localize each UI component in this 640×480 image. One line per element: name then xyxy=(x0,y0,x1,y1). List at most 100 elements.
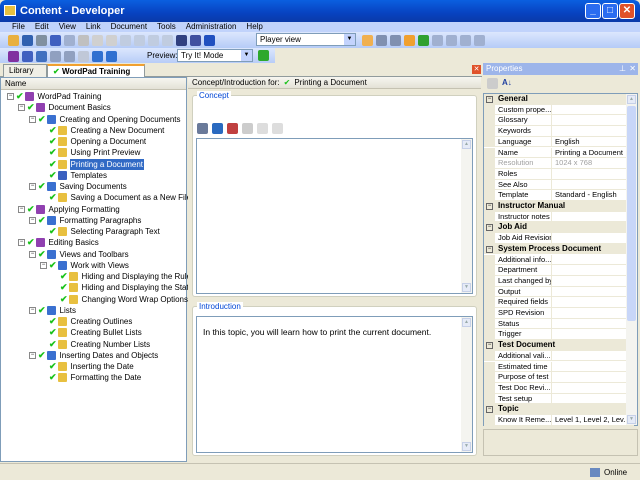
property-row[interactable]: Additional vali... xyxy=(495,350,634,362)
property-row[interactable]: Additional info... xyxy=(495,254,634,266)
paste-icon[interactable] xyxy=(78,34,89,46)
collapse-icon[interactable]: − xyxy=(486,203,493,210)
layout-outline-icon[interactable] xyxy=(362,34,373,46)
tree-item[interactable]: ✔ Templates xyxy=(40,170,108,181)
package-icon[interactable] xyxy=(227,123,238,134)
print-preview-icon[interactable] xyxy=(36,34,47,46)
property-value[interactable] xyxy=(552,372,555,382)
property-value[interactable] xyxy=(552,351,555,361)
tree-item[interactable]: − ✔ Saving Documents xyxy=(29,181,128,192)
tree-item[interactable]: − ✔ Creating and Opening Documents xyxy=(29,114,182,125)
tree-item[interactable]: − ✔ Formatting Paragraphs xyxy=(29,215,142,226)
property-row[interactable]: Output xyxy=(495,286,634,298)
collapse-icon[interactable]: − xyxy=(29,351,36,359)
property-row[interactable]: See Also xyxy=(495,179,634,191)
export-icon[interactable] xyxy=(460,34,471,46)
view-select[interactable]: Player view ▼ xyxy=(256,33,356,46)
property-value[interactable] xyxy=(552,362,555,372)
preview-mode-select[interactable]: Try It! Mode ▼ xyxy=(177,49,253,62)
menu-view[interactable]: View xyxy=(59,22,76,32)
property-value[interactable] xyxy=(552,233,555,243)
property-row[interactable]: Job Aid Revision xyxy=(495,233,634,244)
collapse-icon[interactable]: − xyxy=(18,104,25,112)
property-row[interactable]: Required fields xyxy=(495,297,634,308)
spell-check-icon[interactable] xyxy=(190,34,201,46)
property-value[interactable] xyxy=(552,297,555,307)
tab-wordpad-training[interactable]: ✔ WordPad Training ✕ xyxy=(47,64,145,88)
new-book-icon[interactable] xyxy=(8,50,19,62)
property-value[interactable] xyxy=(552,180,555,190)
break-link-icon[interactable] xyxy=(257,123,268,134)
property-value[interactable]: English xyxy=(552,137,580,147)
check-out-icon[interactable] xyxy=(446,34,457,46)
property-row[interactable]: Test Doc Revi... xyxy=(495,382,634,394)
tree-item[interactable]: ✔ Formatting the Date xyxy=(40,372,142,383)
property-row[interactable]: Glossary xyxy=(495,115,634,127)
tree-item[interactable]: ✔ Creating Outlines xyxy=(40,316,133,327)
tree-item[interactable]: − ✔ Document Basics xyxy=(18,102,112,113)
tree-item[interactable]: ✔ Using Print Preview xyxy=(40,147,141,158)
layout-horizontal-icon[interactable] xyxy=(376,34,387,46)
collapse-icon[interactable]: − xyxy=(7,93,14,100)
preview-icon[interactable] xyxy=(272,123,283,134)
property-row[interactable]: Name Printing a Document xyxy=(495,147,634,159)
collapse-icon[interactable]: − xyxy=(29,306,36,314)
property-row[interactable]: Department xyxy=(495,265,634,276)
introduction-scrollbar[interactable]: ▲ ▼ xyxy=(461,317,472,452)
collapse-icon[interactable]: − xyxy=(486,245,493,253)
property-category[interactable]: − System Process Document xyxy=(484,243,634,255)
tree-item[interactable]: ✔ Selecting Paragraph Text xyxy=(40,226,161,237)
properties-scrollbar[interactable]: ▲ ▼ xyxy=(626,94,637,425)
collapse-icon[interactable]: − xyxy=(486,224,493,232)
copy-icon[interactable] xyxy=(64,34,75,46)
tree-item[interactable]: − ✔ Inserting Dates and Objects xyxy=(29,350,159,361)
sort-alpha-icon[interactable]: A↓ xyxy=(502,78,512,89)
new-page-icon[interactable] xyxy=(50,50,61,62)
property-row[interactable]: Trigger xyxy=(495,329,634,341)
edit-icon[interactable] xyxy=(242,123,253,134)
property-value[interactable] xyxy=(552,115,555,125)
maximize-button[interactable]: □ xyxy=(602,3,618,19)
tree-item[interactable]: ✔ Changing Word Wrap Options xyxy=(51,294,189,305)
link-icon[interactable] xyxy=(197,123,208,134)
tree-item[interactable]: − ✔ Editing Basics xyxy=(18,237,100,248)
introduction-content-area[interactable]: In this topic, you will learn how to pri… xyxy=(196,316,473,453)
web-page-icon[interactable] xyxy=(212,123,223,134)
tree-item[interactable]: ✔ Printing a Document xyxy=(40,158,145,170)
property-category[interactable]: − Instructor Manual xyxy=(484,201,634,212)
property-value[interactable] xyxy=(552,265,555,275)
find-icon[interactable] xyxy=(176,34,187,46)
property-value[interactable] xyxy=(552,308,555,318)
collapse-icon[interactable]: − xyxy=(29,115,36,123)
collapse-icon[interactable]: − xyxy=(486,406,493,414)
property-row[interactable]: Instructor notes xyxy=(495,211,634,223)
move-down-icon[interactable] xyxy=(106,50,117,62)
layout-vertical-icon[interactable] xyxy=(390,34,401,46)
menu-help[interactable]: Help xyxy=(246,22,262,32)
delete-icon[interactable] xyxy=(92,34,103,46)
close-button[interactable]: ✕ xyxy=(619,3,635,19)
new-section-icon[interactable] xyxy=(22,50,33,62)
properties-icon[interactable] xyxy=(106,34,117,46)
menu-edit[interactable]: Edit xyxy=(35,22,49,32)
property-row[interactable]: Estimated time xyxy=(495,361,634,373)
concept-content-area[interactable]: ▲ ▼ xyxy=(196,138,473,294)
tree-item[interactable]: ✔ Inserting the Date xyxy=(40,361,135,372)
property-row[interactable]: Template Standard - English xyxy=(495,190,634,201)
folder-view-icon[interactable] xyxy=(404,34,415,46)
close-icon[interactable]: ✕ xyxy=(629,63,636,75)
property-category[interactable]: − Job Aid xyxy=(484,222,634,234)
property-row[interactable]: Resolution 1024 x 768 xyxy=(495,158,634,169)
menu-document[interactable]: Document xyxy=(111,22,147,32)
property-value[interactable] xyxy=(552,287,555,297)
property-row[interactable]: Last changed by xyxy=(495,275,634,287)
collapse-icon[interactable]: − xyxy=(18,239,25,247)
import-icon[interactable] xyxy=(474,34,485,46)
property-value[interactable] xyxy=(552,394,555,404)
tree-item[interactable]: − ✔ Work with Views xyxy=(40,260,130,271)
collapse-icon[interactable]: − xyxy=(486,96,493,103)
tree-item[interactable]: ✔ Creating Number Lists xyxy=(40,339,151,350)
property-value[interactable]: Standard - English xyxy=(552,190,617,200)
property-category[interactable]: − General xyxy=(484,94,634,105)
collapse-icon[interactable]: − xyxy=(29,183,36,190)
